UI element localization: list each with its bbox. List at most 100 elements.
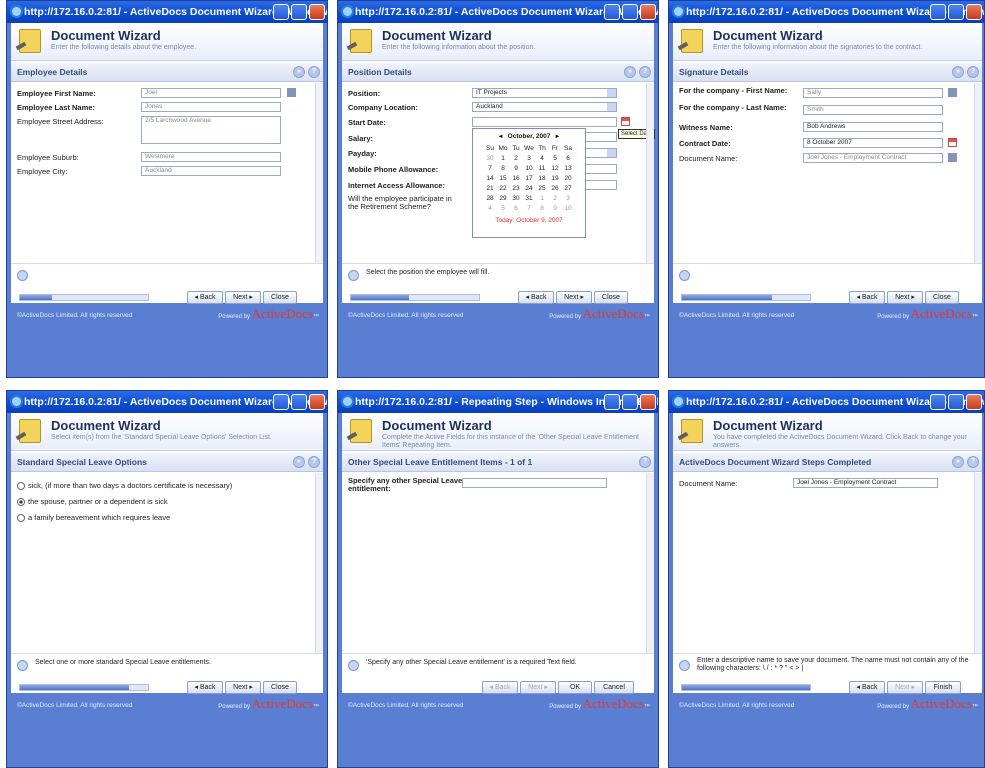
document-name-input[interactable]: Joel Jones - Employment Contract (803, 153, 943, 163)
maximize-icon[interactable] (291, 4, 307, 20)
calendar-day[interactable]: 17 (523, 173, 536, 183)
calendar-day[interactable]: 2 (549, 193, 562, 203)
calendar-day[interactable]: 10 (523, 163, 536, 173)
city-input[interactable]: Auckland (141, 166, 281, 176)
help-icon[interactable]: ? (967, 66, 979, 78)
date-picker[interactable]: ◂ October, 2007 ▸ Su Mo Tu We Th Fr Sa 30 1 2 3 4 5… (472, 128, 586, 238)
collapse-icon[interactable]: » (293, 66, 305, 78)
radio-option[interactable]: sick, (if more than two days a doctors c… (17, 481, 232, 491)
maximize-icon[interactable] (948, 394, 964, 410)
lookup-icon[interactable] (948, 88, 957, 97)
radio-button[interactable] (17, 482, 25, 491)
minimize-icon[interactable] (930, 4, 946, 20)
calendar-day[interactable]: 12 (549, 163, 562, 173)
calendar-icon[interactable] (621, 117, 630, 126)
collapse-icon[interactable]: » (293, 456, 305, 468)
help-icon[interactable]: ? (308, 66, 320, 78)
calendar-day[interactable]: 22 (497, 183, 510, 193)
position-select[interactable]: IT Projects (472, 88, 617, 98)
payday-select[interactable] (582, 148, 617, 158)
help-icon[interactable]: ? (639, 66, 651, 78)
scrollbar[interactable] (315, 83, 323, 263)
suburb-input[interactable]: Westmere (141, 152, 281, 162)
calendar-day[interactable]: 3 (562, 193, 575, 203)
minimize-icon[interactable] (273, 394, 289, 410)
lookup-icon[interactable] (287, 88, 296, 97)
maximize-icon[interactable] (622, 4, 638, 20)
scrollbar[interactable] (646, 473, 654, 653)
calendar-day[interactable]: 5 (497, 203, 510, 213)
collapse-icon[interactable]: » (624, 66, 636, 78)
calendar-day[interactable]: 8 (497, 163, 510, 173)
contract-date-input[interactable]: 8 October 2007 (803, 138, 943, 148)
maximize-icon[interactable] (622, 394, 638, 410)
document-icon[interactable] (948, 153, 957, 162)
collapse-icon[interactable]: » (952, 66, 964, 78)
calendar-day[interactable]: 3 (523, 153, 536, 163)
minimize-icon[interactable] (604, 394, 620, 410)
mobile-allowance-input[interactable] (582, 164, 617, 174)
close-icon[interactable] (309, 4, 325, 20)
calendar-day[interactable]: 11 (536, 163, 549, 173)
witness-name-input[interactable]: Bob Andrews (803, 122, 943, 132)
minimize-icon[interactable] (930, 394, 946, 410)
calendar-day[interactable]: 20 (562, 173, 575, 183)
first-name-input[interactable]: Joel (141, 88, 281, 98)
calendar-day[interactable]: 7 (523, 203, 536, 213)
calendar-today-link[interactable]: Today: October 9, 2007 (473, 217, 585, 224)
calendar-day[interactable]: 1 (497, 153, 510, 163)
radio-button[interactable] (17, 514, 25, 523)
scrollbar[interactable] (315, 473, 323, 653)
scrollbar[interactable] (974, 473, 982, 653)
street-address-input[interactable]: 2/5 Larchwood Avenue (141, 116, 281, 144)
calendar-day[interactable]: 31 (523, 193, 536, 203)
minimize-icon[interactable] (604, 4, 620, 20)
collapse-icon[interactable]: » (952, 456, 964, 468)
other-leave-input[interactable] (462, 478, 607, 488)
calendar-day[interactable]: 9 (549, 203, 562, 213)
radio-option[interactable]: the spouse, partner or a dependent is si… (17, 497, 168, 507)
calendar-day[interactable]: 26 (549, 183, 562, 193)
calendar-day[interactable]: 4 (484, 203, 497, 213)
calendar-day[interactable]: 5 (549, 153, 562, 163)
calendar-day[interactable]: 27 (562, 183, 575, 193)
calendar-day[interactable]: 24 (523, 183, 536, 193)
last-name-input[interactable]: Jones (141, 102, 281, 112)
close-icon[interactable] (309, 394, 325, 410)
calendar-day[interactable]: 1 (536, 193, 549, 203)
calendar-day[interactable]: 2 (510, 153, 523, 163)
calendar-day[interactable]: 10 (562, 203, 575, 213)
radio-button-selected[interactable] (17, 498, 25, 507)
help-icon[interactable]: ? (639, 456, 651, 468)
maximize-icon[interactable] (948, 4, 964, 20)
calendar-day[interactable]: 19 (549, 173, 562, 183)
calendar-icon[interactable] (948, 138, 957, 147)
calendar-day[interactable]: 8 (536, 203, 549, 213)
company-first-name-input[interactable]: Sally (803, 88, 943, 98)
calendar-day[interactable]: 13 (562, 163, 575, 173)
start-date-input[interactable] (472, 117, 617, 127)
calendar-day[interactable]: 29 (497, 193, 510, 203)
calendar-day[interactable]: 9 (510, 163, 523, 173)
document-name-input[interactable]: Joel Jones - Employment Contract (793, 478, 938, 488)
close-icon[interactable] (966, 4, 982, 20)
calendar-day[interactable]: 7 (484, 163, 497, 173)
calendar-day[interactable]: 4 (536, 153, 549, 163)
help-icon[interactable]: ? (308, 456, 320, 468)
maximize-icon[interactable] (291, 394, 307, 410)
calendar-day[interactable]: 16 (510, 173, 523, 183)
calendar-day[interactable]: 30 (510, 193, 523, 203)
calendar-day[interactable]: 21 (484, 183, 497, 193)
internet-allowance-input[interactable] (582, 180, 617, 190)
close-icon[interactable] (640, 4, 656, 20)
company-last-name-input[interactable]: Smith (803, 105, 943, 115)
salary-input[interactable] (582, 132, 617, 142)
calendar-day[interactable]: 25 (536, 183, 549, 193)
location-select[interactable]: Auckland (472, 102, 617, 112)
calendar-day[interactable]: 30 (484, 153, 497, 163)
calendar-day[interactable]: 18 (536, 173, 549, 183)
calendar-day[interactable]: 14 (484, 173, 497, 183)
help-icon[interactable]: ? (967, 456, 979, 468)
minimize-icon[interactable] (273, 4, 289, 20)
calendar-day[interactable]: 6 (510, 203, 523, 213)
